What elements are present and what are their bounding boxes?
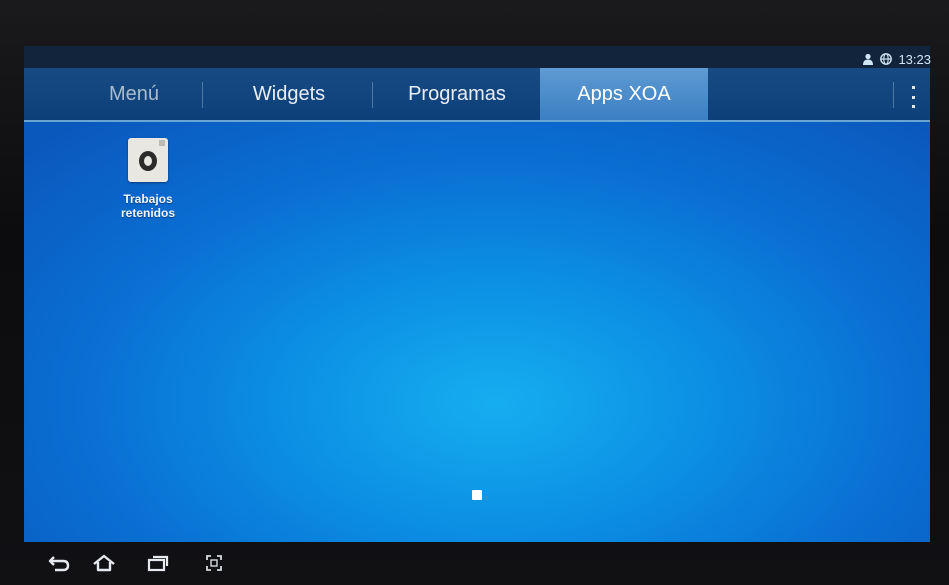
tab-menu[interactable]: Menú [64,68,204,120]
tab-bar: Menú Widgets Programas Apps XOA [24,46,930,122]
tab-bar-top [24,46,930,68]
tab-divider [372,82,373,108]
tab-label: Menú [108,82,160,105]
screenshot-icon [206,555,222,571]
recent-apps-icon [147,555,169,572]
globe-icon [880,53,893,65]
home-button[interactable] [86,548,122,578]
status-bar: 13:23 [862,50,931,68]
tab-divider [202,82,203,108]
home-icon [93,554,115,572]
home-screen: Menú Widgets Programas Apps XOA Trabajos… [24,46,930,542]
tab-programas[interactable]: Programas [382,68,532,120]
tab-label: Programas [408,82,506,105]
page-indicator [472,490,482,500]
tab-label: Apps XOA [577,82,671,105]
app-label: Trabajos retenidos [120,192,175,220]
screenshot-button[interactable] [196,548,232,578]
tab-divider [893,82,894,108]
held-jobs-icon [128,138,168,182]
person-icon [863,53,874,65]
recent-apps-button[interactable] [140,548,176,578]
navigation-bar [0,542,949,585]
tab-apps-xoa[interactable]: Apps XOA [540,68,708,120]
app-trabajos-retenidos[interactable]: Trabajos retenidos [98,138,198,220]
back-icon [48,556,70,572]
tab-label: Widgets [252,82,326,105]
back-button[interactable] [42,548,78,578]
status-time: 13:23 [898,51,931,67]
overflow-menu-icon[interactable] [908,86,918,108]
tab-widgets[interactable]: Widgets [214,68,364,120]
